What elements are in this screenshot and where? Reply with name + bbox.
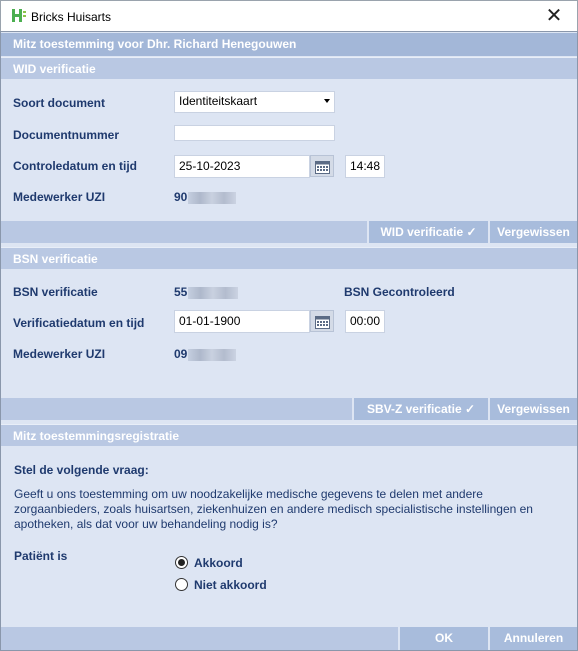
calendar-icon[interactable] [310,310,334,332]
bsn-action-bar [1,398,352,420]
title-bar: Bricks Huisarts ✕ [0,0,578,31]
radio-akkoord[interactable] [175,556,188,569]
medewerker-uzi-value: 90 [174,190,237,204]
bsn-medewerker-uzi-prefix: 09 [174,347,188,361]
medewerker-uzi-prefix: 90 [174,190,188,204]
bsn-prefix: 55 [174,285,188,299]
redacted-value [188,286,239,299]
controledatum-label: Controledatum en tijd [13,159,137,173]
dialog-window: Mitz toestemming voor Dhr. Richard Heneg… [0,31,578,651]
radio-niet-akkoord[interactable] [175,578,188,591]
app-logo-icon [10,8,27,24]
mitz-section-header: Mitz toestemmingsregistratie [1,424,577,446]
app-title: Bricks Huisarts [31,10,112,24]
bsn-value: 55 [174,285,239,299]
bsn-section-header: BSN verificatie [1,247,577,269]
calendar-icon[interactable] [310,155,334,177]
controledatum-time-input[interactable]: 14:48 [345,155,385,178]
wid-action-bar [1,221,367,243]
bsn-verificatie-label: BSN verificatie [13,285,98,299]
bsn-medewerker-uzi-value: 09 [174,347,237,361]
controledatum-date-input[interactable]: 25-10-2023 [174,155,310,178]
documentnummer-label: Documentnummer [13,128,120,142]
radio-selected-dot [178,559,185,566]
radio-niet-akkoord-label[interactable]: Niet akkoord [194,578,267,592]
bsn-vergewissen-button[interactable]: Vergewissen [488,398,577,420]
redacted-value [188,348,237,361]
question-heading: Stel de volgende vraag: [14,463,149,477]
wid-verificatie-button[interactable]: WID verificatie ✓ [367,221,488,243]
close-icon[interactable]: ✕ [531,1,577,31]
bsn-medewerker-uzi-label: Medewerker UZI [13,347,106,361]
annuleren-button[interactable]: Annuleren [488,627,577,650]
verificatiedatum-time-input[interactable]: 00:00 [345,310,385,333]
radio-akkoord-label[interactable]: Akkoord [194,556,243,570]
verificatiedatum-label: Verificatiedatum en tijd [13,316,145,330]
wid-vergewissen-button[interactable]: Vergewissen [488,221,577,243]
bsn-status: BSN Gecontroleerd [344,285,455,299]
footer-bar [1,627,398,650]
wid-section-header: WID verificatie [1,57,577,79]
sbvz-verificatie-button[interactable]: SBV-Z verificatie ✓ [352,398,488,420]
patient-is-label: Patiënt is [14,549,68,563]
documentnummer-input[interactable] [174,125,335,141]
dialog-header: Mitz toestemming voor Dhr. Richard Heneg… [1,33,577,56]
consent-question-text: Geeft u ons toestemming om uw noodzakeli… [14,487,533,531]
medewerker-uzi-label: Medewerker UZI [13,190,106,204]
ok-button[interactable]: OK [398,627,488,650]
verificatiedatum-date-input[interactable]: 01-01-1900 [174,310,310,333]
soort-document-select[interactable]: Identiteitskaart [174,91,335,113]
chevron-down-icon [324,99,330,103]
soort-document-value: Identiteitskaart [179,94,258,108]
soort-document-label: Soort document [13,96,105,110]
redacted-value [188,191,237,204]
